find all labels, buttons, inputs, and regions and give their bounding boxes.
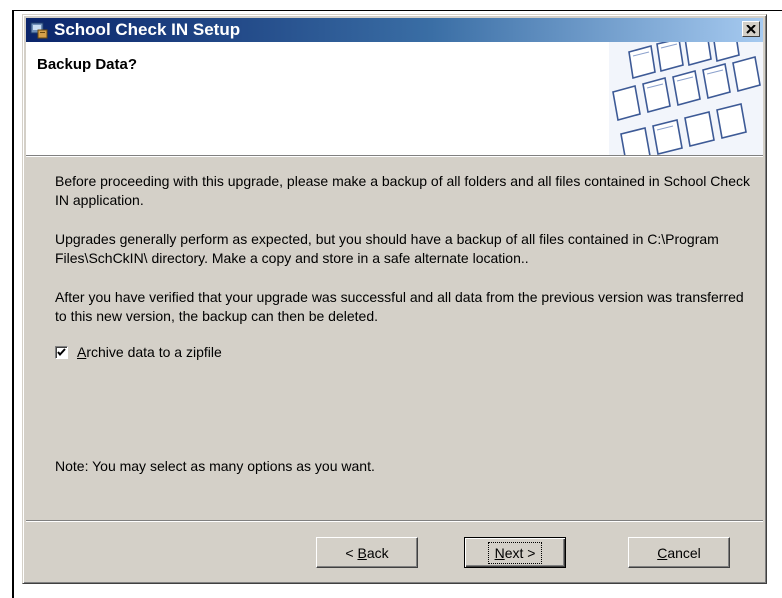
archive-checkbox-label[interactable]: Archive data to a zipfile [77, 344, 222, 360]
banner-separator [26, 155, 763, 157]
keyboard-keys-image [609, 42, 763, 155]
cancel-button-label: Cancel [657, 544, 701, 561]
back-button[interactable]: < Back [316, 537, 418, 568]
next-button-label: Next > [487, 541, 543, 564]
close-icon [746, 24, 756, 34]
note-text: Note: You may select as many options as … [55, 458, 375, 474]
archive-checkbox[interactable] [55, 345, 68, 359]
cancel-button[interactable]: Cancel [628, 537, 730, 568]
upgrade-info-text: Upgrades generally perform as expected, … [55, 231, 719, 266]
back-button-label: < Back [345, 544, 389, 561]
setup-dialog: School Check IN Setup Backup Data? Befor… [22, 14, 767, 584]
setup-icon [30, 21, 48, 39]
header-banner: Backup Data? [26, 42, 763, 155]
page-heading: Backup Data? [37, 56, 138, 73]
button-separator [26, 520, 763, 522]
backup-instructions-text: Before proceeding with this upgrade, ple… [55, 173, 750, 208]
archive-option[interactable]: Archive data to a zipfile [55, 344, 222, 360]
frame-top-line [12, 10, 782, 11]
checkmark-icon [57, 347, 66, 356]
next-button[interactable]: Next > [464, 537, 566, 568]
verify-delete-text: After you have verified that your upgrad… [55, 289, 744, 324]
close-button[interactable] [742, 21, 760, 37]
window-title: School Check IN Setup [54, 20, 241, 39]
title-bar[interactable]: School Check IN Setup [26, 18, 763, 42]
frame-left-line [12, 10, 14, 598]
